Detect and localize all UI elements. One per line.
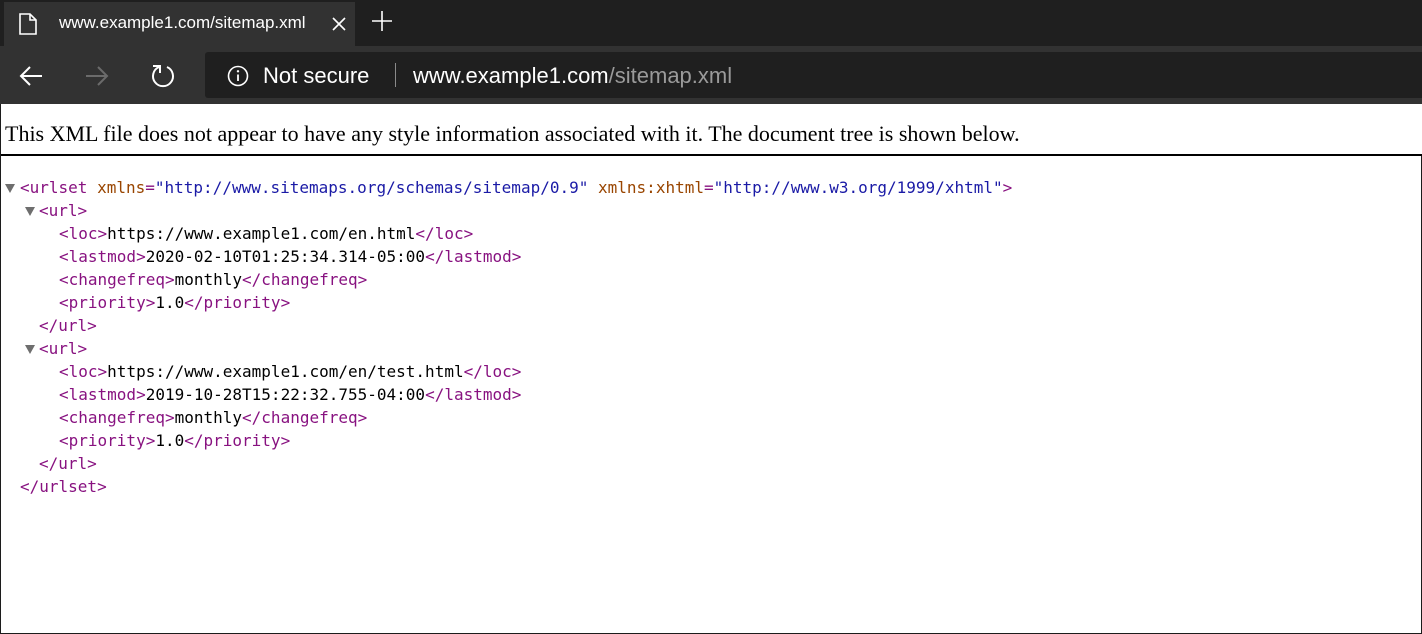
- urlset-open-line: <urlset xmlns="http://www.sitemaps.org/s…: [0, 176, 1410, 199]
- lastmod-line: <lastmod>2020-02-10T01:25:34.314-05:00</…: [0, 245, 1410, 268]
- url-open-line: <url>: [0, 337, 1410, 360]
- url-close-line: </url>: [0, 452, 1410, 475]
- loc-line: <loc>https://www.example1.com/en/test.ht…: [0, 360, 1410, 383]
- changefreq-line: <changefreq>monthly</changefreq>: [0, 406, 1410, 429]
- priority-line: <priority>1.0</priority>: [0, 429, 1410, 452]
- tag-name: </priority>: [184, 293, 291, 312]
- collapse-triangle-icon[interactable]: [5, 184, 15, 193]
- address-separator: [395, 63, 396, 87]
- security-label[interactable]: Not secure: [263, 63, 369, 89]
- tag-name: </url>: [39, 316, 97, 335]
- url-close-line: </url>: [0, 314, 1410, 337]
- urlset-close-line: </urlset>: [0, 475, 1410, 498]
- url-text[interactable]: www.example1.com/sitemap.xml: [413, 63, 732, 89]
- loc-value: https://www.example1.com/en.html: [107, 224, 416, 243]
- info-icon[interactable]: [227, 65, 249, 87]
- tag-name: <url>: [39, 339, 88, 358]
- attr-eq: =: [703, 178, 714, 197]
- attr-name: xmlns: [97, 178, 146, 197]
- tag-name: </loc>: [415, 224, 474, 243]
- url-host: www.example1.com: [413, 63, 609, 88]
- loc-line: <loc>https://www.example1.com/en.html</l…: [0, 222, 1410, 245]
- tag-name: </loc>: [463, 362, 522, 381]
- tag-name: <loc>: [59, 224, 108, 243]
- priority-line: <priority>1.0</priority>: [0, 291, 1410, 314]
- tag-name: </url>: [39, 454, 97, 473]
- tag-name: </lastmod>: [425, 385, 522, 404]
- tag-name: <lastmod>: [59, 247, 146, 266]
- tag-end: >: [1002, 178, 1013, 197]
- tab-title: www.example1.com/sitemap.xml: [59, 13, 306, 32]
- priority-value: 1.0: [155, 431, 185, 450]
- url-open-line: <url>: [0, 199, 1410, 222]
- xml-info-banner: This XML file does not appear to have an…: [1, 104, 1422, 156]
- lastmod-value: 2019-10-28T15:22:32.755-04:00: [145, 385, 426, 404]
- forward-arrow-icon[interactable]: [84, 63, 110, 89]
- tag-name: </lastmod>: [425, 247, 522, 266]
- lastmod-line: <lastmod>2019-10-28T15:22:32.755-04:00</…: [0, 383, 1410, 406]
- xml-tree: <urlset xmlns="http://www.sitemaps.org/s…: [0, 176, 1410, 498]
- close-icon[interactable]: [331, 16, 347, 32]
- reload-icon[interactable]: [150, 63, 176, 89]
- url-path: /sitemap.xml: [608, 63, 733, 88]
- tag-name: <changefreq>: [59, 408, 175, 427]
- navigation-toolbar: Not secure www.example1.com/sitemap.xml: [0, 46, 1422, 104]
- collapse-triangle-icon[interactable]: [25, 345, 35, 354]
- plus-icon[interactable]: [371, 10, 393, 32]
- attr-value: "http://www.w3.org/1999/xhtml": [713, 178, 1003, 197]
- tag-name: <priority>: [59, 293, 156, 312]
- attr-value: "http://www.sitemaps.org/schemas/sitemap…: [154, 178, 589, 197]
- banner-text: This XML file does not appear to have an…: [5, 121, 1020, 146]
- tab-strip: www.example1.com/sitemap.xml: [0, 0, 1422, 46]
- tag-name: <loc>: [59, 362, 108, 381]
- changefreq-value: monthly: [174, 270, 243, 289]
- page-icon: [19, 13, 37, 35]
- collapse-triangle-icon[interactable]: [25, 207, 35, 216]
- tag-name: </priority>: [184, 431, 291, 450]
- lastmod-value: 2020-02-10T01:25:34.314-05:00: [145, 247, 426, 266]
- back-arrow-icon[interactable]: [18, 63, 44, 89]
- tag-name: </urlset>: [20, 477, 107, 496]
- priority-value: 1.0: [155, 293, 185, 312]
- tag-name: <url>: [39, 201, 88, 220]
- changefreq-line: <changefreq>monthly</changefreq>: [0, 268, 1410, 291]
- active-tab[interactable]: www.example1.com/sitemap.xml: [4, 2, 355, 46]
- address-bar[interactable]: Not secure www.example1.com/sitemap.xml: [205, 52, 1422, 98]
- tag-name: </changefreq>: [242, 270, 368, 289]
- loc-value: https://www.example1.com/en/test.html: [107, 362, 464, 381]
- tag-name: <priority>: [59, 431, 156, 450]
- tag-name: </changefreq>: [242, 408, 368, 427]
- changefreq-value: monthly: [174, 408, 243, 427]
- attr-name: xmlns:xhtml: [598, 178, 704, 197]
- attr-eq: =: [145, 178, 155, 197]
- tag-name: <changefreq>: [59, 270, 175, 289]
- tag-name: <urlset: [20, 178, 88, 197]
- tag-name: <lastmod>: [59, 385, 146, 404]
